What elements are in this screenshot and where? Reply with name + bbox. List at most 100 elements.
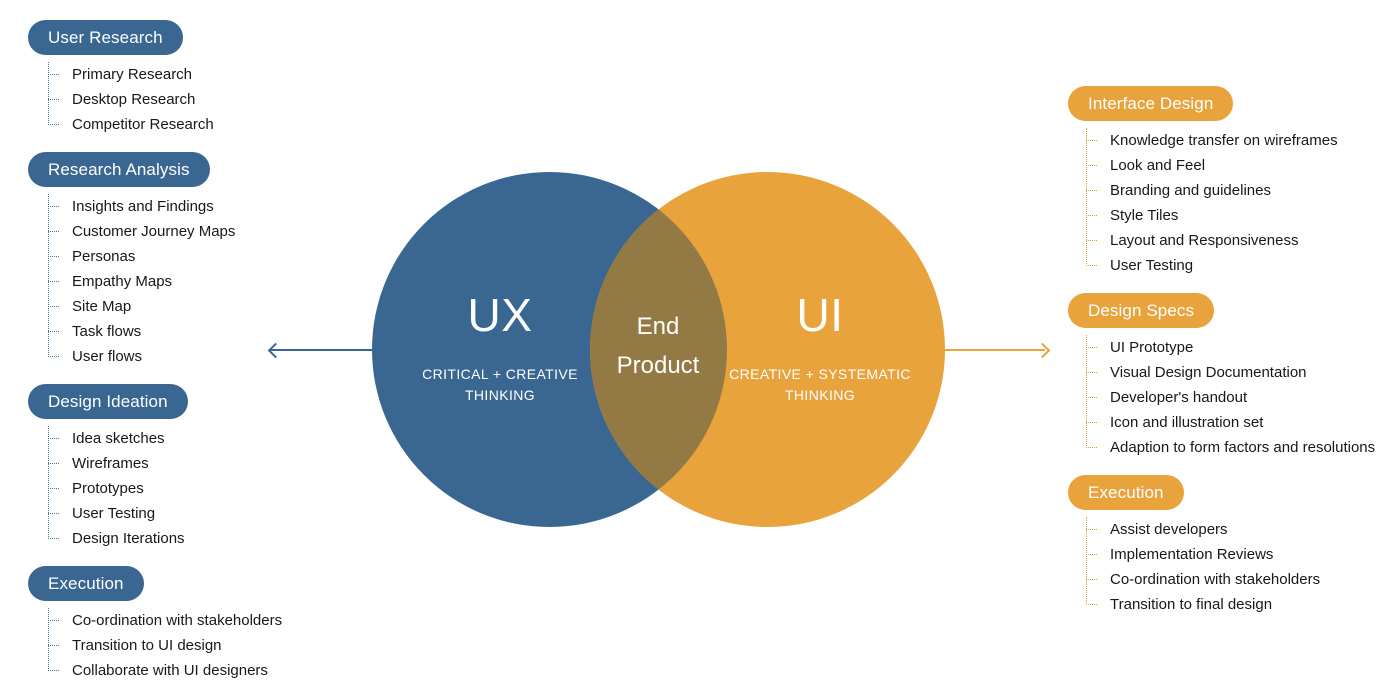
left-group-heading[interactable]: Research Analysis (28, 152, 210, 187)
list-item[interactable]: User Testing (48, 501, 185, 526)
connector-stub (48, 281, 59, 282)
connector-stub (48, 124, 59, 125)
connector-stub (1086, 240, 1097, 241)
list-item[interactable]: Prototypes (48, 476, 185, 501)
connector-stub (48, 438, 59, 439)
list-item[interactable]: Wireframes (48, 451, 185, 476)
connector-stub (48, 488, 59, 489)
list-item-label: Prototypes (72, 480, 144, 497)
list-item[interactable]: Look and Feel (1086, 153, 1338, 178)
list-item-label: Co-ordination with stakeholders (1110, 571, 1321, 588)
list-item[interactable]: Competitor Research (48, 112, 214, 137)
list-item[interactable]: Layout and Responsiveness (1086, 228, 1338, 253)
list-item[interactable]: Co-ordination with stakeholders (48, 608, 282, 633)
ui-arrow-line (945, 349, 1045, 351)
list-item[interactable]: Icon and illustration set (1086, 410, 1375, 435)
list-item-label: Transition to UI design (72, 637, 222, 654)
connector-stub (48, 74, 59, 75)
list-item-label: UI Prototype (1110, 339, 1194, 356)
right-group-list: UI Prototype Visual Design Documentation D… (1086, 335, 1375, 460)
list-item[interactable]: Task flows (48, 319, 235, 344)
list-item[interactable]: Knowledge transfer on wireframes (1086, 128, 1338, 153)
ux-subtitle-line2: THINKING (464, 387, 536, 403)
list-item-label: Layout and Responsiveness (1110, 232, 1299, 249)
list-item[interactable]: UI Prototype (1086, 335, 1375, 360)
list-item-label: Customer Journey Maps (72, 223, 236, 240)
list-item[interactable]: User Testing (1086, 253, 1338, 278)
right-group-heading[interactable]: Execution (1068, 475, 1184, 510)
ui-title: UI (796, 289, 844, 341)
right-group-heading[interactable]: Design Specs (1068, 293, 1215, 328)
list-item[interactable]: Developer's handout (1086, 385, 1375, 410)
list-item[interactable]: Transition to final design (1086, 592, 1320, 617)
left-group-list: Primary Research Desktop Research Competit… (48, 62, 214, 137)
list-item[interactable]: Desktop Research (48, 87, 214, 112)
connector-stub (48, 231, 59, 232)
ui-label-block: UI CREATIVE + SYSTEMATIC THINKING (720, 292, 920, 406)
connector-stub (48, 463, 59, 464)
list-item-label: Insights and Findings (72, 198, 214, 215)
list-item[interactable]: Branding and guidelines (1086, 178, 1338, 203)
list-item-label: Branding and guidelines (1110, 182, 1271, 199)
left-group-heading[interactable]: User Research (28, 20, 183, 55)
connector-stub (48, 206, 59, 207)
ux-arrow-line (270, 349, 372, 351)
list-item-label: Design Iterations (72, 530, 185, 547)
list-item-label: Task flows (72, 323, 142, 340)
right-group-heading[interactable]: Interface Design (1068, 86, 1234, 121)
list-item-label: Wireframes (72, 455, 149, 472)
list-item[interactable]: Primary Research (48, 62, 214, 87)
left-group-heading[interactable]: Execution (28, 566, 144, 601)
item-list: Insights and Findings Customer Journey Ma… (48, 194, 235, 369)
list-item-label: Visual Design Documentation (1110, 364, 1307, 381)
list-item[interactable]: Collaborate with UI designers (48, 658, 282, 683)
list-item-label: Co-ordination with stakeholders (72, 612, 283, 629)
infographic-canvas: User Research Primary Research Desktop Res… (0, 0, 1400, 700)
connector-stub (1086, 190, 1097, 191)
list-item-label: Assist developers (1110, 521, 1228, 538)
left-group-list: Idea sketches Wireframes Prototypes User Te… (48, 426, 185, 551)
list-item-label: Knowledge transfer on wireframes (1110, 132, 1338, 149)
list-item[interactable]: Adaption to form factors and resolutions (1086, 435, 1375, 460)
list-item[interactable]: Customer Journey Maps (48, 219, 235, 244)
item-list: Co-ordination with stakeholders Transitio… (48, 608, 282, 683)
left-group-heading-label: Design Ideation (48, 391, 168, 411)
connector-stub (1086, 347, 1097, 348)
list-item[interactable]: Co-ordination with stakeholders (1086, 567, 1320, 592)
list-item-label: Icon and illustration set (1110, 414, 1264, 431)
connector-stub (1086, 422, 1097, 423)
list-item[interactable]: Empathy Maps (48, 269, 235, 294)
list-item[interactable]: Design Iterations (48, 526, 185, 551)
connector-stub (1086, 265, 1097, 266)
connector-stub (1086, 397, 1097, 398)
list-item-label: Personas (72, 248, 136, 265)
connector-stub (1086, 604, 1097, 605)
connector-stub (48, 538, 59, 539)
list-item[interactable]: Style Tiles (1086, 203, 1338, 228)
left-group-heading[interactable]: Design Ideation (28, 384, 188, 419)
list-item[interactable]: Personas (48, 244, 235, 269)
connector-stub (48, 356, 59, 357)
list-item[interactable]: Visual Design Documentation (1086, 360, 1375, 385)
item-list: Primary Research Desktop Research Competit… (48, 62, 214, 137)
list-item-label: Adaption to form factors and resolutions (1110, 439, 1376, 456)
item-list: Idea sketches Wireframes Prototypes User Te… (48, 426, 185, 551)
list-item-label: Transition to final design (1110, 596, 1273, 613)
left-group-heading-label: Research Analysis (48, 159, 190, 179)
list-item[interactable]: Implementation Reviews (1086, 542, 1320, 567)
ui-arrow-head-icon (1034, 342, 1051, 359)
right-group-list: Assist developers Implementation Reviews C… (1086, 517, 1320, 617)
venn-diagram: UX CRITICAL + CREATIVE THINKING End Prod… (372, 172, 945, 527)
list-item[interactable]: Site Map (48, 294, 235, 319)
connector-stub (1086, 215, 1097, 216)
list-item[interactable]: Idea sketches (48, 426, 185, 451)
list-item[interactable]: User flows (48, 344, 235, 369)
list-item[interactable]: Insights and Findings (48, 194, 235, 219)
list-item-label: Developer's handout (1110, 389, 1248, 406)
connector-stub (1086, 372, 1097, 373)
right-group-list: Knowledge transfer on wireframes Look and… (1086, 128, 1338, 278)
list-item[interactable]: Assist developers (1086, 517, 1320, 542)
list-item[interactable]: Transition to UI design (48, 633, 282, 658)
list-item-label: Competitor Research (72, 116, 214, 133)
list-item-label: Implementation Reviews (1110, 546, 1274, 563)
